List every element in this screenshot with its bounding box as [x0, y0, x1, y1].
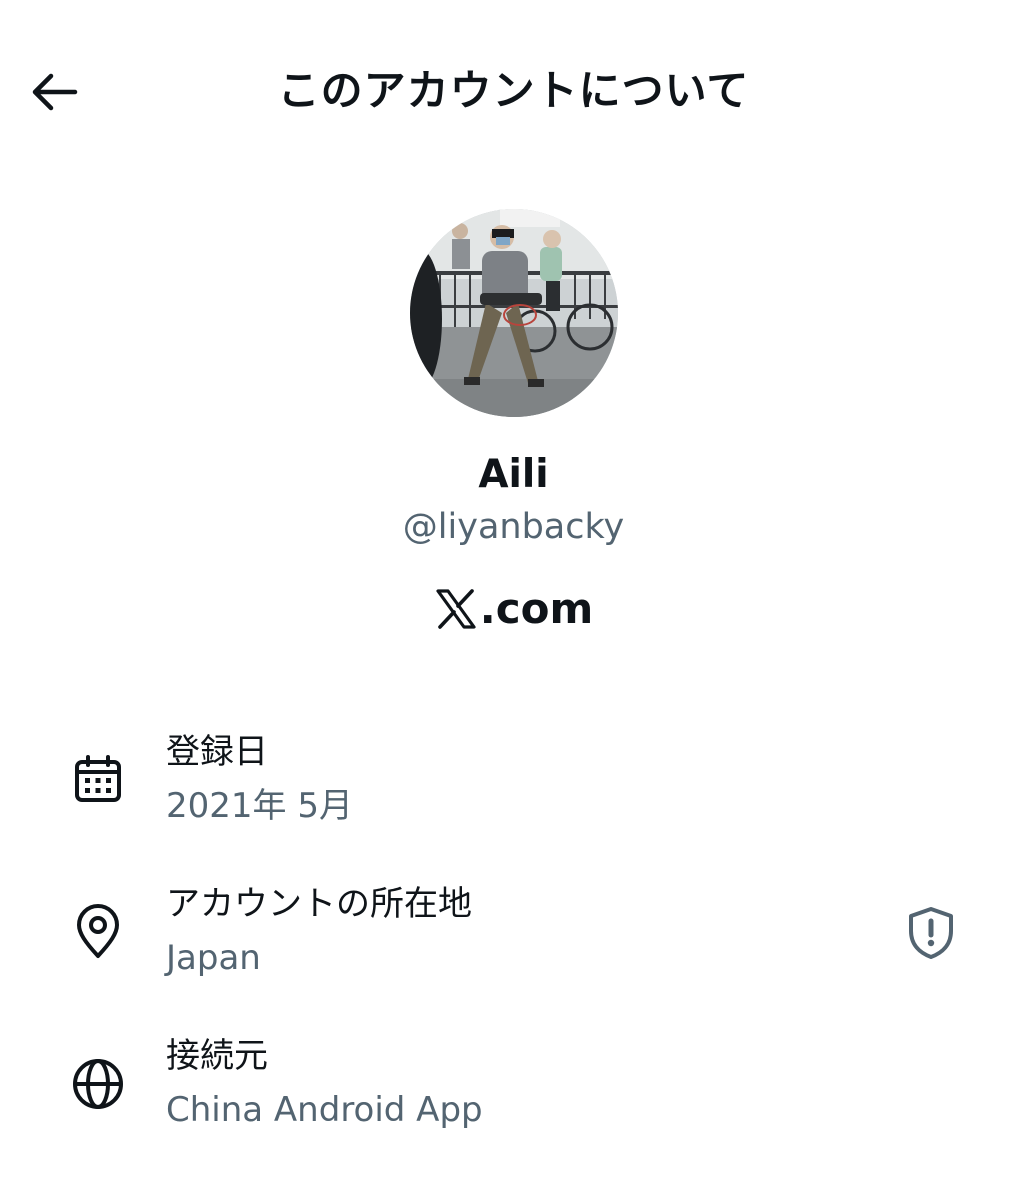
location-value: Japan — [166, 938, 261, 978]
brand-suffix: .com — [479, 584, 594, 633]
location-label: アカウントの所在地 — [166, 884, 472, 924]
about-account-screen: このアカウントについて Aili @liyanbacky .com 登録日 20… — [0, 0, 1027, 1200]
location-pin-icon — [70, 904, 126, 960]
location-info-button[interactable] — [902, 904, 960, 962]
location-row: アカウントの所在地 Japan — [0, 880, 1027, 1000]
username-handle: @liyanbacky — [402, 507, 625, 547]
connected-via-label: 接続元 — [166, 1036, 268, 1076]
joined-label: 登録日 — [166, 732, 268, 772]
connected-via-value: China Android App — [166, 1090, 483, 1130]
x-logo-icon — [436, 589, 476, 629]
avatar[interactable] — [410, 209, 618, 417]
joined-value: 2021年 5月 — [166, 786, 353, 826]
joined-row: 登録日 2021年 5月 — [0, 728, 1027, 848]
display-name: Aili — [478, 452, 549, 497]
connected-via-row: 接続元 China Android App — [0, 1032, 1027, 1152]
brand-x-com: .com — [0, 580, 1027, 638]
globe-icon — [70, 1056, 126, 1112]
page-title: このアカウントについて — [277, 66, 750, 115]
shield-alert-icon — [909, 907, 953, 959]
calendar-icon — [70, 752, 126, 808]
